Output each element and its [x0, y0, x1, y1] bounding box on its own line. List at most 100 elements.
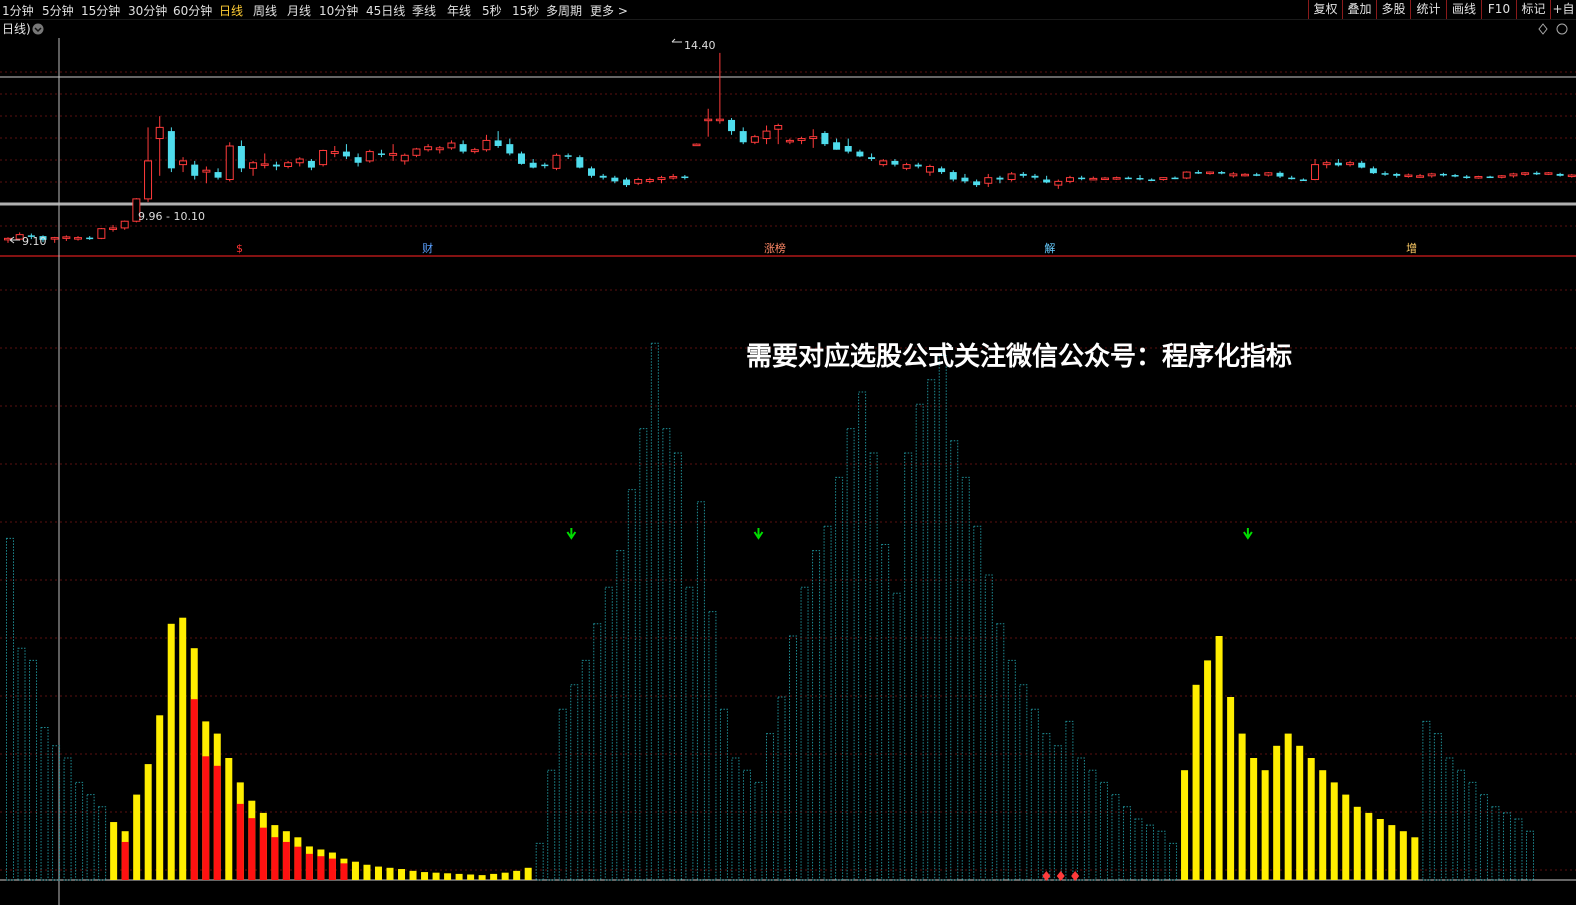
- candle-body: [120, 220, 129, 229]
- candle-body: [821, 132, 829, 145]
- volume-bar: [386, 867, 394, 880]
- volume-bar: [421, 872, 429, 880]
- period-tab[interactable]: 10分钟: [319, 2, 358, 19]
- candle-body: [214, 172, 222, 178]
- candle-body: [50, 237, 59, 240]
- volume-bar-segment: [340, 863, 348, 880]
- candle-body: [1381, 173, 1389, 175]
- volume-bar: [1365, 812, 1373, 880]
- volume-bar: [1181, 770, 1189, 880]
- tool-button[interactable]: +自: [1550, 0, 1576, 19]
- candle-body: [1241, 173, 1250, 177]
- candle-body: [494, 140, 502, 146]
- volume-bar: [1307, 758, 1315, 880]
- tool-button[interactable]: 叠加: [1342, 0, 1376, 19]
- candle: [821, 131, 829, 146]
- candle-body: [949, 172, 957, 180]
- candle-body: [191, 164, 199, 176]
- volume-bar: [513, 870, 521, 880]
- candle-body: [237, 146, 245, 169]
- candle-body: [599, 175, 607, 178]
- candle: [225, 142, 234, 182]
- volume-bar: [1238, 733, 1246, 880]
- candle-body: [330, 151, 339, 154]
- candle-body: [762, 130, 771, 140]
- candle-body: [973, 181, 981, 186]
- candle-body: [1031, 175, 1039, 178]
- candle-body: [728, 119, 736, 132]
- candle-body: [576, 157, 584, 168]
- candle-body: [1264, 172, 1273, 176]
- volume-bar: [1273, 745, 1281, 880]
- candle-body: [272, 164, 280, 167]
- tool-button[interactable]: 标记: [1516, 0, 1550, 19]
- period-tab[interactable]: 周线: [253, 2, 277, 19]
- candle-body: [1533, 172, 1541, 175]
- candle-body: [506, 144, 514, 154]
- candle-body: [1089, 177, 1098, 181]
- period-tab[interactable]: 季线: [412, 2, 436, 19]
- chart-background: [0, 20, 1576, 905]
- candle: [120, 220, 129, 230]
- candle-body: [902, 164, 911, 169]
- candle-body: [1253, 174, 1261, 176]
- candle-body: [552, 154, 561, 169]
- candle-body: [1100, 177, 1109, 181]
- candle-body: [1054, 180, 1063, 186]
- tool-button[interactable]: F10: [1481, 0, 1516, 19]
- panel-dropdown-icon[interactable]: [32, 23, 44, 35]
- event-label: $: [236, 242, 243, 255]
- period-tab[interactable]: 5分钟: [42, 2, 74, 19]
- volume-bar-segment: [236, 803, 244, 880]
- candle: [1544, 172, 1553, 176]
- candle-body: [482, 139, 491, 151]
- period-tab[interactable]: 15分钟: [81, 2, 120, 19]
- candle: [1474, 175, 1483, 179]
- period-tab[interactable]: 5秒: [482, 2, 502, 19]
- volume-bar: [444, 873, 452, 880]
- candle: [1007, 172, 1016, 182]
- period-tab[interactable]: 年线: [447, 2, 471, 19]
- range-label: 9.96 - 10.10: [138, 210, 205, 223]
- candle-body: [412, 148, 421, 156]
- tool-button[interactable]: 多股: [1376, 0, 1410, 19]
- candle-body: [1206, 171, 1215, 175]
- candle-body: [1288, 177, 1296, 180]
- candle-body: [611, 177, 619, 182]
- period-tab[interactable]: 60分钟: [173, 2, 212, 19]
- volume-bar-segment: [213, 765, 221, 880]
- period-tab[interactable]: 45日线: [366, 2, 405, 19]
- candle-body: [62, 236, 71, 239]
- candle-body: [541, 164, 549, 167]
- chart-area: 14.40 9.10 9.96 - 10.10 $ 财 涨榜 解 增 日线) 需要对应选股公式…: [0, 20, 1576, 905]
- period-tab[interactable]: 1分钟: [2, 2, 34, 19]
- candle: [97, 227, 106, 240]
- period-tab[interactable]: 30分钟: [128, 2, 167, 19]
- candle: [365, 149, 374, 163]
- candle-body: [1019, 173, 1027, 176]
- low-price-label: 9.10: [22, 235, 47, 248]
- volume-bar: [1388, 825, 1396, 880]
- candle-body: [307, 160, 315, 168]
- candle-body: [225, 145, 234, 181]
- period-tab[interactable]: 更多 >: [590, 2, 628, 19]
- candle-body: [868, 157, 876, 160]
- period-tab[interactable]: 多周期: [546, 2, 582, 19]
- tool-button[interactable]: 统计: [1410, 0, 1446, 19]
- tool-button[interactable]: 复权: [1308, 0, 1342, 19]
- candle: [167, 127, 175, 173]
- candle-body: [86, 237, 94, 240]
- candle-body: [634, 179, 643, 184]
- panel-label[interactable]: 日线): [2, 22, 31, 36]
- period-tab[interactable]: 15秒: [512, 2, 539, 19]
- candle-body: [377, 153, 385, 155]
- period-tab[interactable]: 月线: [287, 2, 311, 19]
- candle-body: [961, 177, 969, 182]
- candle-body: [109, 227, 118, 230]
- tool-button[interactable]: 画线: [1446, 0, 1481, 19]
- candle-body: [1346, 162, 1355, 166]
- period-tab[interactable]: 日线: [219, 2, 243, 19]
- candle-body: [809, 136, 818, 140]
- candle-body: [704, 118, 713, 122]
- candle-body: [1194, 172, 1202, 174]
